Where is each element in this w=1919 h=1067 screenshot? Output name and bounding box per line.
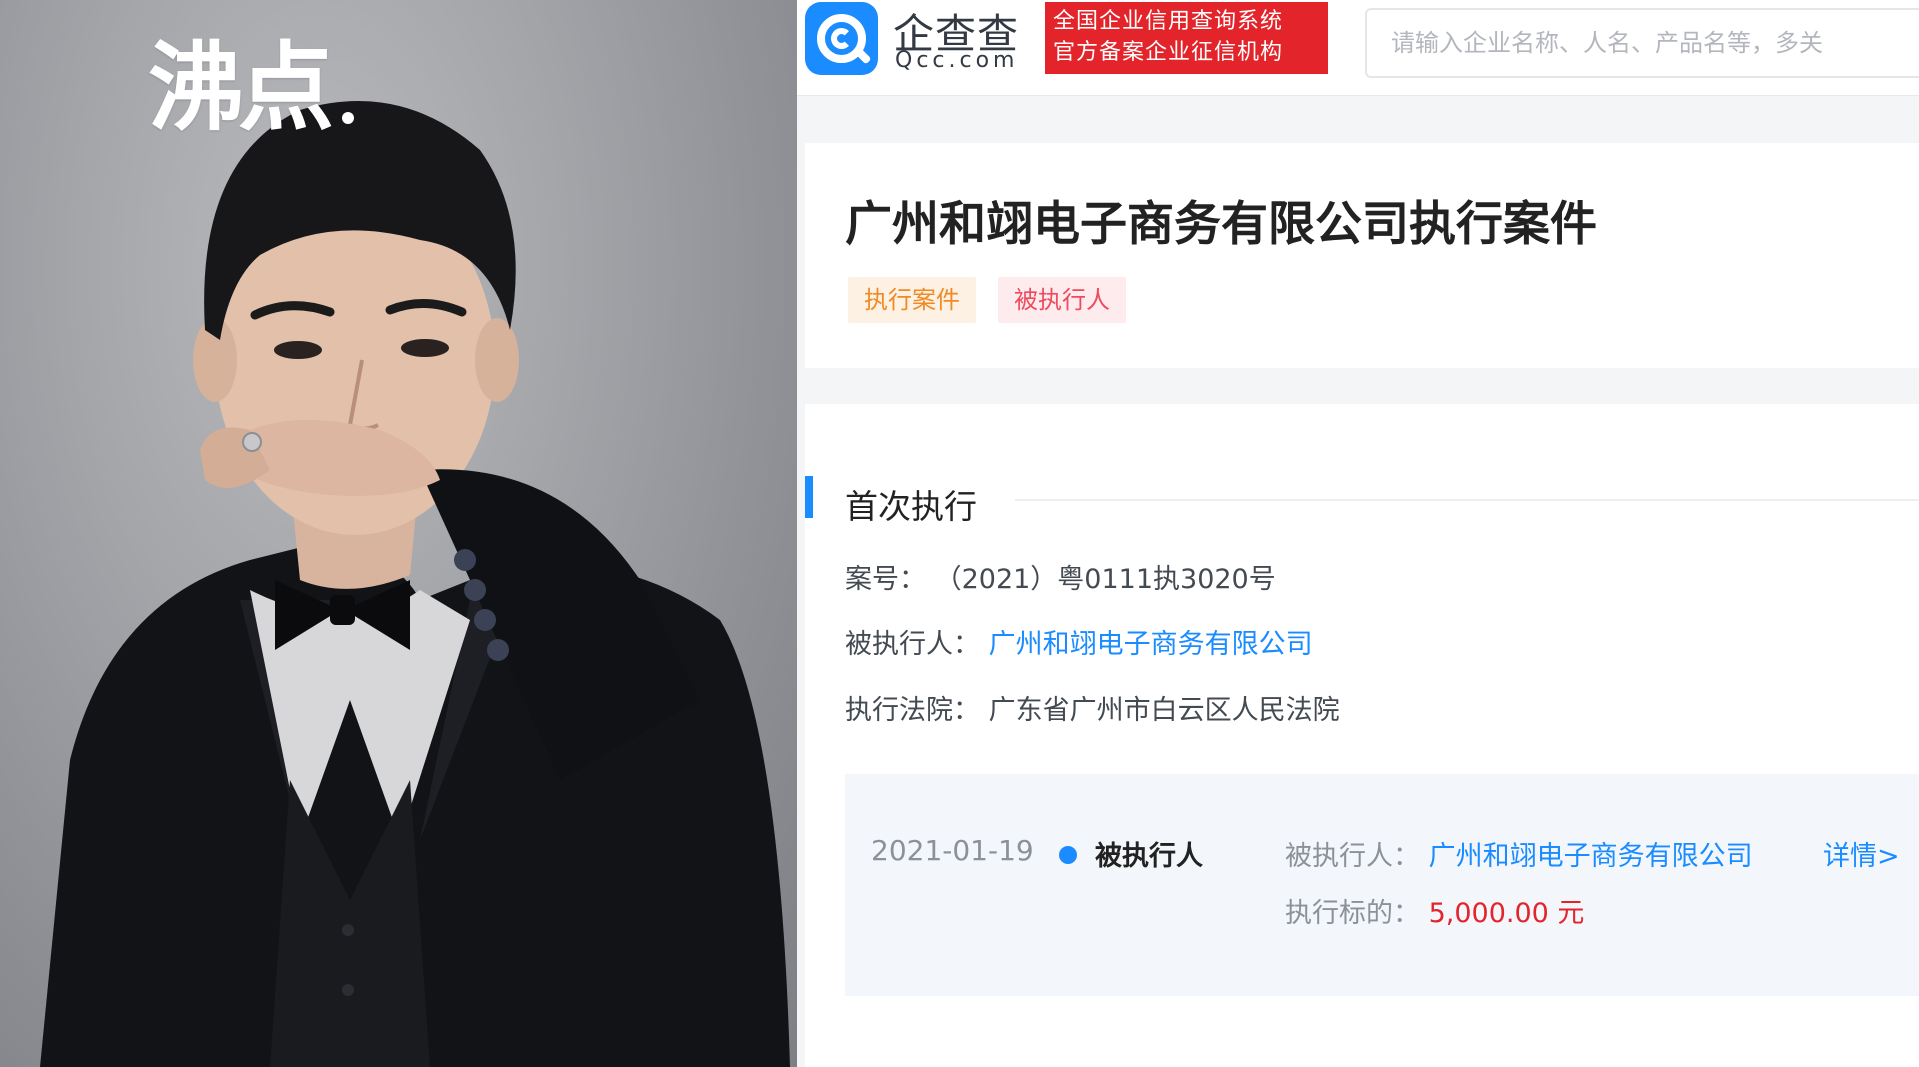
watermark-logo: 沸点 bbox=[148, 32, 334, 144]
tag-executee: 被执行人 bbox=[998, 277, 1126, 323]
case-header-card: 广州和翊电子商务有限公司执行案件 执行案件 被执行人 bbox=[805, 143, 1919, 368]
section-divider bbox=[1015, 499, 1919, 501]
timeline-dot-icon bbox=[1059, 846, 1077, 864]
section-title: 首次执行 bbox=[845, 487, 977, 526]
timeline-party-link[interactable]: 广州和翊电子商务有限公司 bbox=[1429, 841, 1753, 872]
badge-line-2: 官方备案企业征信机构 bbox=[1053, 40, 1284, 65]
timeline-entry: 2021-01-19 被执行人 被执行人： 广州和翊电子商务有限公司 详情> 执… bbox=[845, 774, 1919, 996]
case-number-label: 案号： bbox=[845, 564, 926, 595]
badge-line-1: 全国企业信用查询系统 bbox=[1053, 9, 1284, 34]
case-number-row: 案号： （2021）粤0111执3020号 bbox=[845, 557, 1276, 596]
tag-execution-case: 执行案件 bbox=[848, 277, 976, 323]
party-link[interactable]: 广州和翊电子商务有限公司 bbox=[989, 629, 1313, 660]
search-box[interactable] bbox=[1365, 8, 1919, 78]
party-label: 被执行人： bbox=[845, 629, 980, 660]
court-label: 执行法院： bbox=[845, 695, 980, 726]
case-detail-card: 首次执行 案号： （2021）粤0111执3020号 被执行人： 广州和翊电子商… bbox=[805, 404, 1919, 1067]
search-input[interactable] bbox=[1367, 10, 1919, 76]
timeline-role: 被执行人 bbox=[1095, 841, 1203, 872]
timeline-party-label: 被执行人： bbox=[1285, 841, 1420, 872]
top-navigation-bar: 企查查 Qcc.com 全国企业信用查询系统 官方备案企业征信机构 bbox=[797, 0, 1919, 96]
court-row: 执行法院： 广东省广州市白云区人民法院 bbox=[845, 688, 1340, 727]
timeline-amount-row: 执行标的： 5,000.00 元 bbox=[1285, 891, 1584, 930]
qcc-logo-icon[interactable] bbox=[805, 2, 878, 75]
amount-value: 5,000.00 元 bbox=[1428, 898, 1585, 929]
amount-label: 执行标的： bbox=[1285, 898, 1420, 929]
watermark-dot bbox=[342, 112, 354, 124]
case-number-value: （2021）粤0111执3020号 bbox=[934, 564, 1276, 595]
official-badge: 全国企业信用查询系统 官方备案企业征信机构 bbox=[1045, 2, 1328, 74]
court-value: 广东省广州市白云区人民法院 bbox=[988, 695, 1340, 726]
party-row: 被执行人： 广州和翊电子商务有限公司 bbox=[845, 622, 1313, 661]
timeline-party-row: 被执行人： 广州和翊电子商务有限公司 bbox=[1285, 834, 1753, 873]
portrait-photo: 沸点 bbox=[0, 0, 797, 1067]
timeline-date: 2021-01-19 bbox=[871, 834, 1034, 867]
detail-link[interactable]: 详情> bbox=[1823, 834, 1900, 873]
qcc-screenshot: 企查查 Qcc.com 全国企业信用查询系统 官方备案企业征信机构 广州和翊电子… bbox=[797, 0, 1919, 1067]
portrait-illustration bbox=[40, 101, 790, 1067]
section-accent-bar bbox=[805, 476, 813, 518]
page-title: 广州和翊电子商务有限公司执行案件 bbox=[845, 197, 1597, 252]
brand-domain: Qcc.com bbox=[895, 48, 1019, 73]
